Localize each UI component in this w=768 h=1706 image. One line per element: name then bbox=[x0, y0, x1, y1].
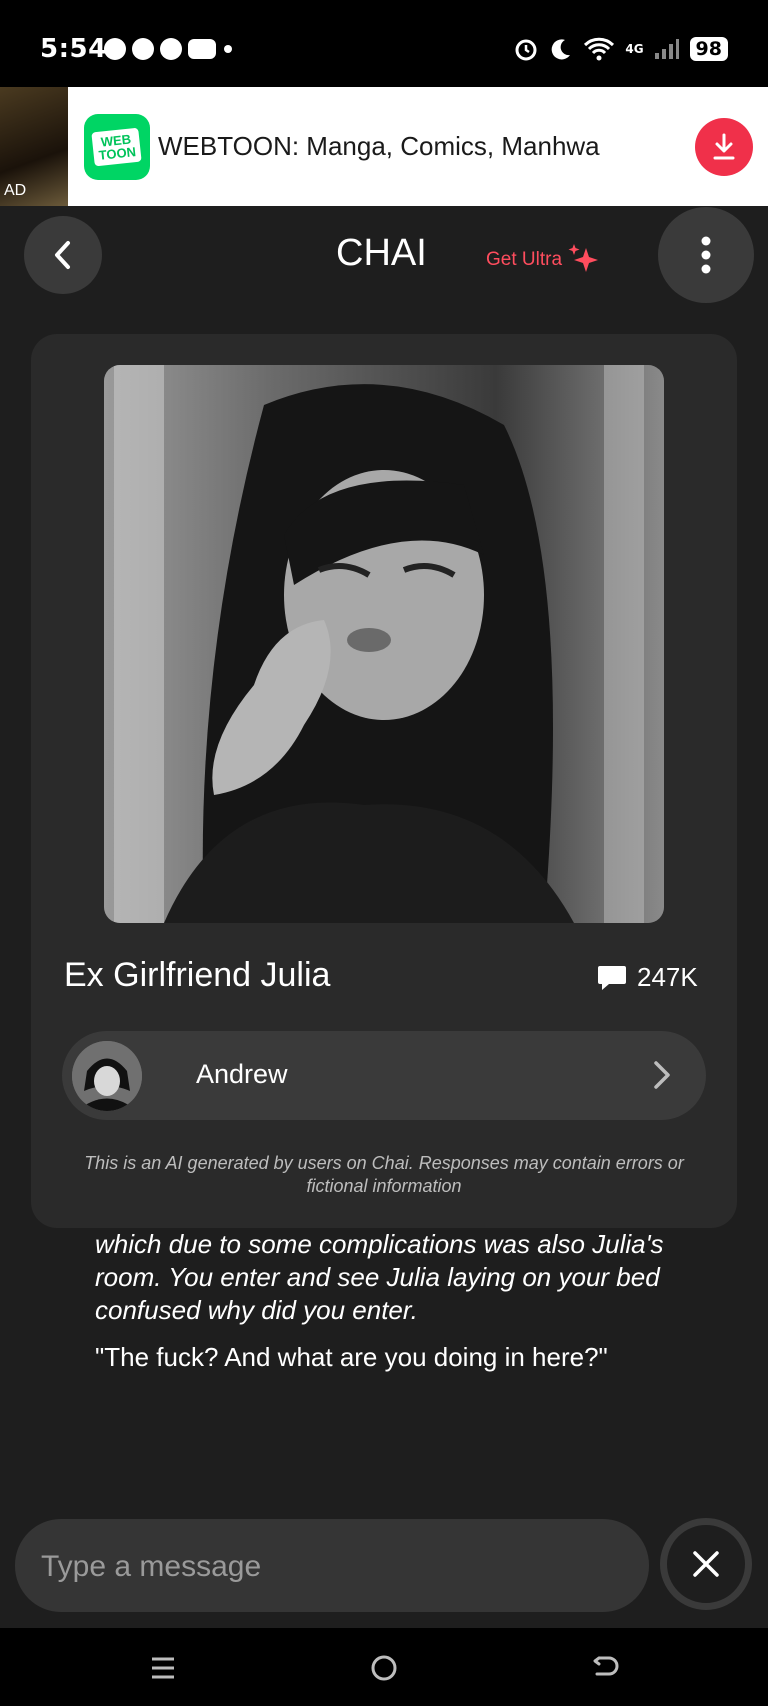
network-type: 4G bbox=[625, 42, 644, 56]
creator-profile-link[interactable]: Andrew bbox=[62, 1031, 706, 1120]
character-portrait-image bbox=[104, 365, 664, 923]
wifi-icon bbox=[584, 37, 615, 61]
character-photo bbox=[104, 365, 664, 923]
ad-label: AD bbox=[4, 182, 27, 199]
notification-icons bbox=[104, 38, 232, 60]
signal-icon bbox=[654, 39, 679, 59]
do-not-disturb-moon-icon bbox=[552, 39, 571, 60]
chat-bubble-icon bbox=[598, 965, 626, 990]
app-title: CHAI bbox=[336, 232, 427, 274]
back-button[interactable] bbox=[24, 216, 102, 294]
get-ultra-label: Get Ultra bbox=[486, 249, 563, 270]
ad-banner[interactable]: AD WEB TOON WEBTOON: Manga, Comics, Manhw… bbox=[0, 87, 768, 206]
character-name: Ex Girlfriend Julia bbox=[64, 956, 331, 994]
more-vertical-icon bbox=[701, 236, 711, 274]
home-circle-icon bbox=[371, 1655, 397, 1681]
chat-bubble-icon bbox=[132, 38, 154, 60]
chat-message: which due to some complications was also… bbox=[95, 1228, 695, 1374]
recents-menu-icon bbox=[152, 1657, 174, 1679]
ad-app-name: WEBTOON: Manga, Comics, Manhwa bbox=[158, 131, 600, 161]
back-arrow-icon bbox=[593, 1656, 619, 1676]
home-button[interactable] bbox=[364, 1650, 404, 1686]
bot-dialogue: "The fuck? And what are you doing in her… bbox=[95, 1342, 608, 1372]
battery-level: 98 bbox=[689, 37, 728, 61]
more-notifications-dot-icon bbox=[224, 45, 232, 53]
discord-icon bbox=[160, 38, 182, 60]
system-back-button[interactable] bbox=[586, 1650, 626, 1686]
close-icon bbox=[693, 1551, 719, 1577]
chevron-right-icon bbox=[654, 1061, 670, 1089]
creator-avatar bbox=[72, 1041, 142, 1111]
character-card: Ex Girlfriend Julia 247K Andrew This is … bbox=[31, 334, 737, 1228]
ad-thumbnail: AD bbox=[0, 87, 68, 206]
download-icon bbox=[713, 133, 735, 160]
chevron-left-icon bbox=[55, 241, 70, 269]
messenger-icon bbox=[104, 38, 126, 60]
ad-download-button[interactable] bbox=[695, 118, 753, 176]
alarm-icon bbox=[515, 39, 537, 61]
message-input[interactable] bbox=[39, 1539, 623, 1595]
creator-name: Andrew bbox=[196, 1059, 288, 1089]
bot-narration: which due to some complications was also… bbox=[95, 1229, 664, 1325]
status-time: 5:54 bbox=[40, 34, 107, 64]
message-count: 247K bbox=[597, 962, 698, 993]
close-button[interactable] bbox=[660, 1518, 752, 1610]
system-indicators: 4G 98 bbox=[513, 36, 728, 62]
youtube-icon bbox=[188, 39, 216, 59]
sparkle-icon bbox=[568, 244, 599, 272]
system-nav-bar bbox=[0, 1628, 768, 1706]
more-options-button[interactable] bbox=[658, 207, 754, 303]
webtoon-logo-icon: WEB TOON bbox=[84, 114, 150, 180]
message-count-value: 247K bbox=[637, 962, 698, 992]
message-composer bbox=[15, 1519, 649, 1612]
ai-disclaimer: This is an AI generated by users on Chai… bbox=[84, 1153, 684, 1196]
status-bar: 5:54 4G 98 bbox=[0, 0, 768, 87]
recent-apps-button[interactable] bbox=[143, 1650, 183, 1686]
get-ultra-button[interactable]: Get Ultra bbox=[486, 242, 600, 278]
